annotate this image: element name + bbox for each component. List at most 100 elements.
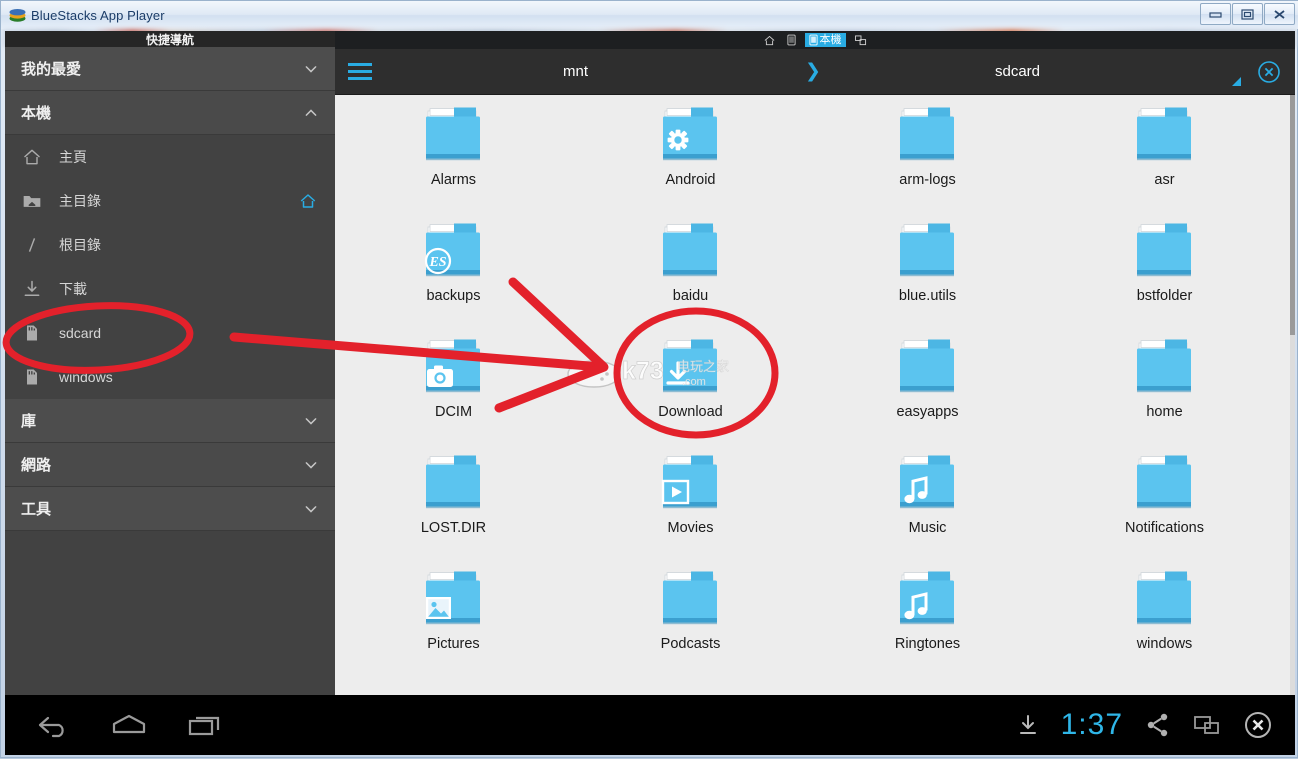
grid-scrollbar[interactable] bbox=[1290, 95, 1295, 709]
sdcard-icon bbox=[21, 366, 43, 388]
sidebar-item-windows[interactable]: windows bbox=[5, 355, 335, 399]
file-item-label: Movies bbox=[667, 520, 714, 536]
share-icon[interactable] bbox=[1145, 712, 1171, 738]
file-grid: Alarms Android arm-logs asr ES backups baidu bl… bbox=[335, 95, 1295, 709]
svg-text:k73: k73 bbox=[622, 357, 664, 385]
folder-gear-icon-wrap bbox=[657, 107, 725, 165]
file-item-podcasts[interactable]: Podcasts bbox=[572, 559, 809, 675]
file-item-bstfolder[interactable]: bstfolder bbox=[1046, 211, 1283, 327]
folder-plain-icon-wrap bbox=[420, 455, 488, 513]
folder-image-icon bbox=[425, 571, 480, 625]
folder-plain-icon-wrap bbox=[657, 571, 725, 629]
file-item-baidu[interactable]: baidu bbox=[572, 211, 809, 327]
file-item-windows[interactable]: windows bbox=[1046, 559, 1283, 675]
file-item-movies[interactable]: Movies bbox=[572, 443, 809, 559]
download-tray-icon[interactable] bbox=[1017, 713, 1039, 737]
sidebar-group-3[interactable]: 庫 bbox=[5, 399, 335, 443]
sidebar-item-label: 主目錄 bbox=[59, 193, 101, 209]
sidebar-item-label: 根目錄 bbox=[59, 237, 101, 253]
file-item-lost-dir[interactable]: LOST.DIR bbox=[335, 443, 572, 559]
network-icon bbox=[854, 34, 866, 45]
close-button[interactable] bbox=[1264, 3, 1295, 25]
home-icon bbox=[24, 149, 40, 165]
sidebar-header: 快捷導航 bbox=[5, 31, 335, 47]
file-item-arm-logs[interactable]: arm-logs bbox=[809, 95, 1046, 211]
sidebar-group-label: 本機 bbox=[21, 105, 52, 122]
maximize-button[interactable] bbox=[1232, 3, 1263, 25]
file-item-android[interactable]: Android bbox=[572, 95, 809, 211]
sidebar-item--[interactable]: 根目錄 bbox=[5, 223, 335, 267]
file-item-label: asr bbox=[1154, 172, 1175, 188]
folder-plain-icon-wrap bbox=[894, 223, 962, 281]
minimize-button[interactable] bbox=[1200, 3, 1231, 25]
sidebar-group-5[interactable]: 工具 bbox=[5, 487, 335, 531]
navbar-right-group: 1:37 bbox=[1017, 708, 1295, 742]
chevron-down-icon bbox=[305, 505, 317, 513]
tab-local-device[interactable]: 本機 bbox=[804, 33, 846, 47]
file-item-dcim[interactable]: DCIM bbox=[335, 327, 572, 443]
download-icon bbox=[21, 278, 43, 300]
resize-handle-icon[interactable] bbox=[1232, 77, 1241, 86]
home-icon[interactable] bbox=[109, 712, 149, 738]
folder-plain-icon bbox=[899, 107, 954, 161]
close-circle-icon[interactable] bbox=[1257, 60, 1281, 84]
back-icon[interactable] bbox=[35, 712, 71, 738]
multiwindow-icon[interactable] bbox=[1193, 713, 1221, 737]
sidebar-item--[interactable]: 下載 bbox=[5, 267, 335, 311]
breadcrumb-pathbar: mnt ❯ sdcard bbox=[335, 49, 1295, 95]
scrollbar-thumb[interactable] bbox=[1290, 95, 1295, 335]
window-titlebar: BlueStacks App Player bbox=[1, 1, 1298, 29]
breadcrumb-sdcard[interactable]: sdcard bbox=[995, 63, 1040, 80]
file-item-easyapps[interactable]: easyapps bbox=[809, 327, 1046, 443]
home-accent-icon[interactable] bbox=[299, 192, 317, 210]
sidebar-item-list: 主頁主目錄根目錄下載 sdcard windows bbox=[5, 135, 335, 399]
site-watermark: k73 电玩之家 .com bbox=[565, 357, 729, 388]
hamburger-icon[interactable] bbox=[348, 63, 388, 80]
file-item-blue-utils[interactable]: blue.utils bbox=[809, 211, 1046, 327]
sidebar-item--[interactable]: 主目錄 bbox=[5, 179, 335, 223]
folder-plain-icon bbox=[425, 107, 480, 161]
sidebar-group-2[interactable]: 本機 bbox=[5, 91, 335, 135]
file-grid-row: LOST.DIR Movies Music Notifications bbox=[335, 443, 1295, 559]
file-item-notifications[interactable]: Notifications bbox=[1046, 443, 1283, 559]
svg-text:.com: .com bbox=[682, 376, 706, 388]
sidebar-group-1[interactable]: 我的最愛 bbox=[5, 47, 335, 91]
sidebar-item-sdcard[interactable]: sdcard bbox=[5, 311, 335, 355]
bluestacks-window: BlueStacks App Player 本機 mnt ❯ sdcard Al… bbox=[0, 0, 1298, 758]
sidebar-item-label: 主頁 bbox=[59, 149, 87, 165]
file-item-asr[interactable]: asr bbox=[1046, 95, 1283, 211]
file-item-label: home bbox=[1146, 404, 1183, 420]
file-item-alarms[interactable]: Alarms bbox=[335, 95, 572, 211]
sidebar-group-4[interactable]: 網路 bbox=[5, 443, 335, 487]
folder-plain-icon-wrap bbox=[1131, 339, 1199, 397]
file-item-ringtones[interactable]: Ringtones bbox=[809, 559, 1046, 675]
file-item-label: Pictures bbox=[427, 636, 480, 652]
home-icon bbox=[21, 146, 43, 168]
sidebar-item-label: windows bbox=[59, 369, 113, 385]
file-item-pictures[interactable]: Pictures bbox=[335, 559, 572, 675]
folder-music-icon bbox=[899, 571, 954, 625]
tab-network[interactable] bbox=[852, 34, 870, 47]
device-icon bbox=[808, 34, 818, 46]
folder-home-icon bbox=[23, 196, 41, 207]
breadcrumb-mnt[interactable]: mnt bbox=[563, 63, 588, 80]
folder-plain-icon-wrap bbox=[1131, 223, 1199, 281]
sidebar-item--[interactable]: 主頁 bbox=[5, 135, 335, 179]
download-icon bbox=[24, 280, 40, 296]
file-item-music[interactable]: Music bbox=[809, 443, 1046, 559]
tab-home[interactable] bbox=[761, 34, 778, 47]
folder-music-icon bbox=[899, 455, 954, 509]
folder-plain-icon-wrap bbox=[894, 107, 962, 165]
folder-camera-icon-wrap bbox=[420, 339, 488, 397]
device-icon bbox=[786, 34, 796, 46]
recents-icon[interactable] bbox=[187, 712, 225, 738]
folder-music-icon-wrap bbox=[894, 455, 962, 513]
file-item-label: windows bbox=[1136, 636, 1193, 652]
file-item-label: Music bbox=[908, 520, 947, 536]
sdcard-icon bbox=[21, 322, 43, 344]
close-circle-icon[interactable] bbox=[1243, 710, 1273, 740]
file-item-home[interactable]: home bbox=[1046, 327, 1283, 443]
tab-device[interactable] bbox=[784, 33, 799, 47]
file-grid-row: Pictures Podcasts Ringtones windows bbox=[335, 559, 1295, 675]
file-item-backups[interactable]: ES backups bbox=[335, 211, 572, 327]
